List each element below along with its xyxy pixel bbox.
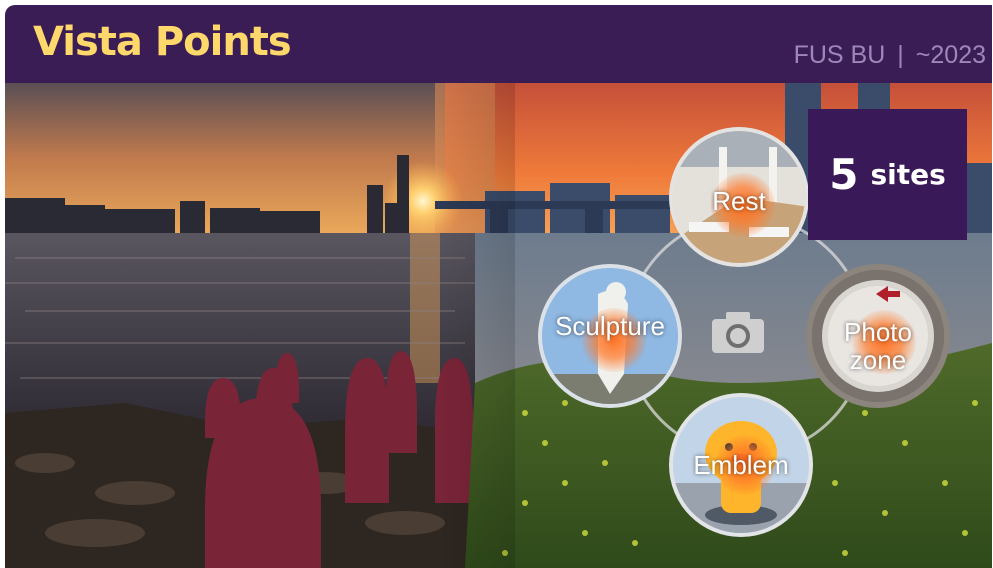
site-emblem-button[interactable]: Emblem bbox=[669, 393, 813, 537]
vista-points-card: Vista Points FUS BU | ~2023 5 sites Rest bbox=[5, 5, 992, 568]
site-photo-zone-button[interactable]: Photo zone bbox=[806, 264, 950, 408]
header-bar: Vista Points FUS BU | ~2023 bbox=[5, 5, 992, 83]
camera-icon bbox=[712, 312, 764, 353]
site-count-unit: sites bbox=[870, 158, 946, 191]
page-title: Vista Points bbox=[33, 19, 292, 65]
org-label: FUS BU bbox=[793, 41, 886, 69]
site-count-badge: 5 sites bbox=[808, 109, 967, 240]
site-count-number: 5 bbox=[829, 150, 859, 199]
meta-divider: | bbox=[897, 41, 904, 69]
site-photo-zone-label: Photo zone bbox=[844, 317, 912, 376]
site-sculpture-label: Sculpture bbox=[555, 311, 665, 341]
site-emblem-label: Emblem bbox=[693, 450, 789, 480]
site-rest-button[interactable]: Rest bbox=[669, 127, 809, 267]
period-label: ~2023 bbox=[915, 41, 986, 69]
site-rest-label: Rest bbox=[712, 186, 766, 216]
header-meta: FUS BU | ~2023 bbox=[794, 41, 986, 70]
site-sculpture-button[interactable]: Sculpture bbox=[538, 264, 682, 408]
